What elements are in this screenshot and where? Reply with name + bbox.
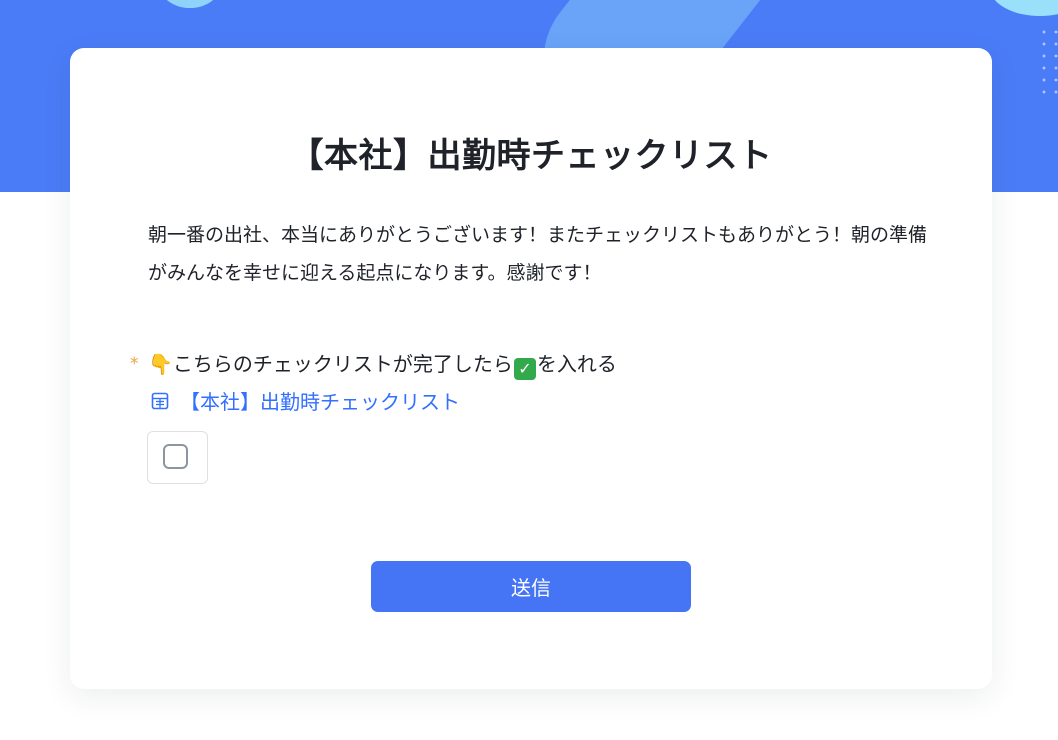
decorative-dots (1038, 26, 1058, 96)
pointing-down-emoji-icon: 👇 (148, 352, 173, 376)
decorative-blob (990, 0, 1058, 16)
form-card: 【本社】出勤時チェックリスト 朝一番の出社、本当にありがとうございます！またチェ… (70, 48, 992, 689)
checkbox-square-icon (163, 444, 188, 469)
form-title: 【本社】出勤時チェックリスト (289, 136, 773, 176)
checklist-doc-link[interactable]: 【本社】出勤時チェックリスト (150, 386, 460, 415)
submit-button[interactable]: 送信 (371, 561, 691, 612)
required-mark: * (130, 354, 139, 374)
check-mark-emoji-icon: ✓ (513, 358, 536, 380)
completion-checkbox[interactable] (147, 431, 208, 484)
question-label-text: こちらのチェックリストが完了したら (172, 352, 513, 376)
question-label: 👇こちらのチェックリストが完了したら ✓ を入れる (148, 348, 617, 380)
grid-document-icon (151, 392, 169, 409)
question-label-suffix: を入れる (536, 352, 617, 376)
decorative-blob (160, 0, 220, 8)
checklist-doc-link-text: 【本社】出勤時チェックリスト (180, 390, 460, 414)
form-description: 朝一番の出社、本当にありがとうございます！またチェックリストもありがとう！朝の準… (148, 224, 928, 284)
